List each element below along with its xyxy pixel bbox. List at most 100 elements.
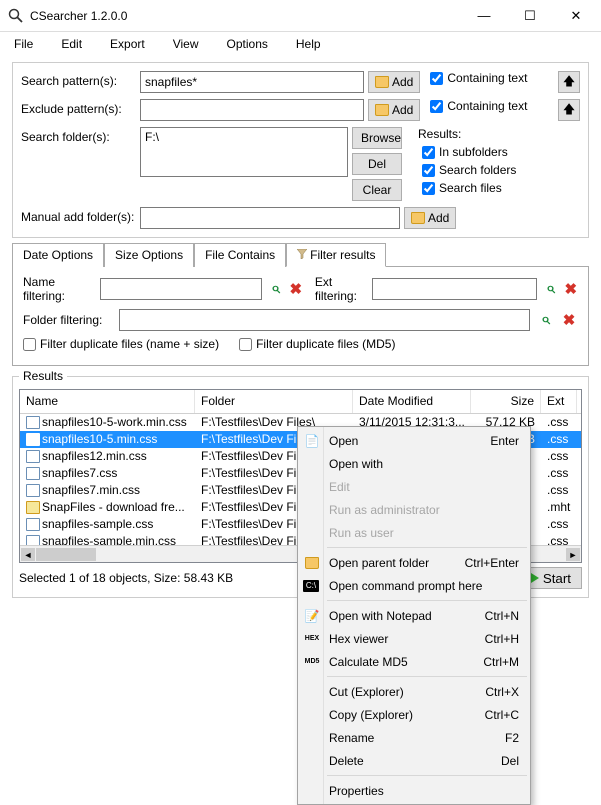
document-icon: 📄: [303, 433, 321, 449]
separator: [327, 547, 527, 548]
name-filtering-label: Name filtering:: [23, 275, 94, 303]
menu-options[interactable]: Options: [221, 35, 274, 53]
exclude-patterns-input[interactable]: [140, 99, 364, 121]
filter-results-panel: Name filtering: ⌕ ✖ Ext filtering: ⌕ ✖ F…: [12, 267, 589, 366]
exclude-patterns-label: Exclude pattern(s):: [21, 99, 136, 116]
status-text: Selected 1 of 18 objects, Size: 58.43 KB: [19, 571, 299, 585]
search-files-checkbox[interactable]: [422, 182, 435, 195]
ext-filtering-input[interactable]: [372, 278, 537, 300]
search-patterns-input[interactable]: [140, 71, 364, 93]
menu-export[interactable]: Export: [104, 35, 151, 53]
ctx-run-admin: Run as administrator: [299, 498, 529, 521]
ctx-edit: Edit: [299, 475, 529, 498]
ctx-open-cmd[interactable]: C:\Open command prompt here: [299, 574, 529, 597]
context-menu: 📄OpenEnter Open with Edit Run as adminis…: [297, 426, 531, 805]
tab-file-contains[interactable]: File Contains: [194, 243, 286, 267]
scroll-thumb[interactable]: [36, 548, 96, 561]
maximize-button[interactable]: ☐: [507, 1, 553, 31]
containing-text-2-label: Containing text: [447, 99, 527, 113]
window-title: CSearcher 1.2.0.0: [30, 9, 461, 23]
folder-icon: [375, 104, 389, 116]
search-patterns-label: Search pattern(s):: [21, 71, 136, 88]
del-button[interactable]: Del: [352, 153, 402, 175]
ctx-open[interactable]: 📄OpenEnter: [299, 429, 529, 452]
col-name[interactable]: Name: [20, 390, 195, 413]
manual-add-label: Manual add folder(s):: [21, 207, 136, 224]
search-folders-checkbox[interactable]: [422, 164, 435, 177]
folder-filter-search-icon[interactable]: ⌕: [536, 311, 554, 329]
search-folders-label: Search folder(s):: [21, 127, 136, 144]
notepad-icon: 📝: [303, 608, 321, 624]
menu-view[interactable]: View: [167, 35, 205, 53]
move-up-1-button[interactable]: 🡅: [558, 71, 580, 93]
col-date[interactable]: Date Modified: [353, 390, 471, 413]
name-filter-search-icon[interactable]: ⌕: [268, 280, 282, 298]
file-icon: [26, 450, 40, 463]
col-folder[interactable]: Folder: [195, 390, 353, 413]
ctx-open-with[interactable]: Open with: [299, 452, 529, 475]
folder-filter-clear-icon[interactable]: ✖: [560, 311, 578, 329]
results-header: Name Folder Date Modified Size Ext: [20, 390, 581, 414]
file-icon: [26, 518, 40, 531]
md5-icon: MD5: [303, 654, 321, 670]
col-ext[interactable]: Ext: [541, 390, 577, 413]
folder-filtering-label: Folder filtering:: [23, 313, 113, 327]
file-icon: [26, 467, 40, 480]
col-size[interactable]: Size: [471, 390, 541, 413]
tab-size-options[interactable]: Size Options: [104, 243, 194, 267]
results-box-label: Results: [19, 369, 67, 383]
ctx-cut[interactable]: Cut (Explorer)Ctrl+X: [299, 680, 529, 703]
tab-date-options[interactable]: Date Options: [12, 243, 104, 267]
scroll-right-icon[interactable]: ►: [566, 548, 580, 561]
ctx-hex-viewer[interactable]: HEXHex viewerCtrl+H: [299, 627, 529, 650]
file-icon: [26, 433, 40, 446]
ctx-md5[interactable]: MD5Calculate MD5Ctrl+M: [299, 650, 529, 673]
clear-button[interactable]: Clear: [352, 179, 402, 201]
ext-filter-clear-icon[interactable]: ✖: [564, 280, 578, 298]
filter-dup-name-size-checkbox[interactable]: [23, 338, 36, 351]
folder-filtering-input[interactable]: [119, 309, 530, 331]
name-filtering-input[interactable]: [100, 278, 262, 300]
ctx-open-notepad[interactable]: 📝Open with NotepadCtrl+N: [299, 604, 529, 627]
move-up-2-button[interactable]: 🡅: [558, 99, 580, 121]
containing-text-1-checkbox[interactable]: [430, 72, 443, 85]
ctx-rename[interactable]: RenameF2: [299, 726, 529, 749]
separator: [327, 600, 527, 601]
options-tabs: Date Options Size Options File Contains …: [12, 242, 589, 267]
menu-file[interactable]: File: [8, 35, 39, 53]
containing-text-2-checkbox[interactable]: [430, 100, 443, 113]
manual-add-input[interactable]: [140, 207, 400, 229]
separator: [327, 676, 527, 677]
filter-dup-md5-checkbox[interactable]: [239, 338, 252, 351]
title-bar: CSearcher 1.2.0.0 — ☐ ✕: [0, 0, 601, 32]
app-icon: [8, 8, 24, 24]
ctx-copy[interactable]: Copy (Explorer)Ctrl+C: [299, 703, 529, 726]
ext-filter-search-icon[interactable]: ⌕: [543, 280, 557, 298]
add-exclude-pattern-button[interactable]: Add: [368, 99, 420, 121]
results-options-label: Results:: [418, 127, 580, 141]
ctx-open-parent[interactable]: Open parent folderCtrl+Enter: [299, 551, 529, 574]
menu-bar: File Edit Export View Options Help: [0, 32, 601, 56]
file-icon: [26, 484, 40, 497]
in-subfolders-checkbox[interactable]: [422, 146, 435, 159]
add-search-pattern-button[interactable]: Add: [368, 71, 420, 93]
terminal-icon: C:\: [303, 580, 319, 592]
name-filter-clear-icon[interactable]: ✖: [289, 280, 303, 298]
tab-filter-results[interactable]: Filter results: [286, 243, 386, 267]
close-button[interactable]: ✕: [553, 1, 599, 31]
folder-icon: [303, 555, 321, 571]
play-icon: [531, 573, 539, 583]
menu-edit[interactable]: Edit: [55, 35, 88, 53]
hex-icon: HEX: [303, 631, 321, 647]
scroll-left-icon[interactable]: ◄: [21, 548, 35, 561]
ctx-delete[interactable]: DeleteDel: [299, 749, 529, 772]
ctx-properties[interactable]: Properties: [299, 779, 529, 802]
add-manual-folder-button[interactable]: Add: [404, 207, 456, 229]
search-folders-textarea[interactable]: F:\: [140, 127, 348, 177]
containing-text-1-label: Containing text: [447, 71, 527, 85]
minimize-button[interactable]: —: [461, 1, 507, 31]
ctx-run-user: Run as user: [299, 521, 529, 544]
browse-button[interactable]: Browse: [352, 127, 402, 149]
ext-filtering-label: Ext filtering:: [315, 275, 367, 303]
menu-help[interactable]: Help: [290, 35, 327, 53]
